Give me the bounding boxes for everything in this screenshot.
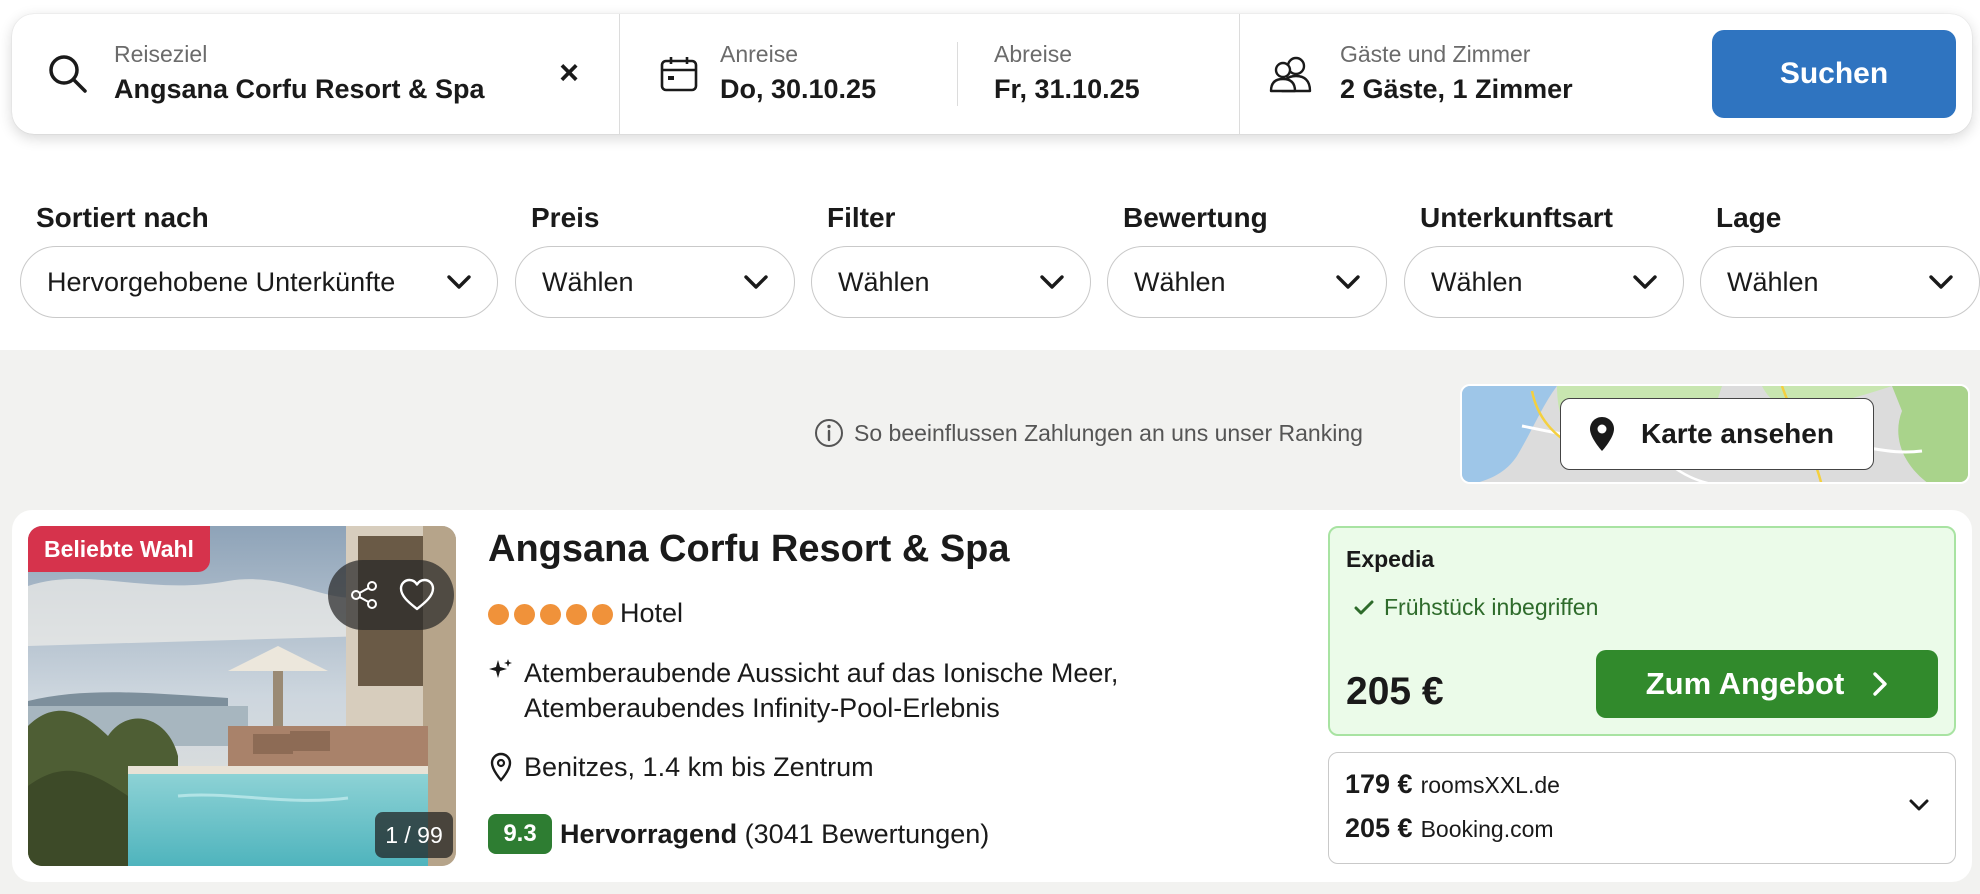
destination-field[interactable]: Reiseziel Angsana Corfu Resort & Spa × — [12, 14, 619, 134]
star-icon — [514, 604, 535, 625]
filter-price: Preis Wählen — [515, 202, 795, 318]
rating-dropdown[interactable]: Wählen — [1107, 246, 1387, 318]
chevron-down-icon — [1929, 275, 1953, 289]
sparkle-icon — [489, 659, 512, 678]
alt-offer-row[interactable]: 205 € Booking.com — [1345, 813, 1554, 844]
alt-offer-price: 205 € — [1345, 813, 1413, 843]
alt-offer-row[interactable]: 179 € roomsXXL.de — [1345, 769, 1560, 800]
sort-dropdown-value: Hervorgehobene Unterkünfte — [47, 266, 396, 297]
destination-label: Reiseziel — [114, 41, 208, 67]
star-icon — [488, 604, 509, 625]
review-score-badge: 9.3 — [488, 814, 552, 854]
rating-label: Hervorragend — [560, 819, 738, 849]
star-icon — [540, 604, 561, 625]
accommodation-type-dropdown-value: Wählen — [1431, 266, 1523, 297]
sort-dropdown[interactable]: Hervorgehobene Unterkünfte — [20, 246, 498, 318]
popular-choice-badge: Beliebte Wahl — [28, 526, 210, 572]
price-dropdown[interactable]: Wählen — [515, 246, 795, 318]
checkout-field[interactable]: Abreise Fr, 31.10.25 — [958, 14, 1248, 134]
chevron-down-icon — [1633, 275, 1657, 289]
search-bar: Reiseziel Angsana Corfu Resort & Spa × A… — [12, 14, 1972, 134]
chevron-down-icon — [1336, 275, 1360, 289]
filter-accommodation-type-title: Unterkunftsart — [1420, 202, 1613, 233]
chevron-down-icon — [447, 275, 471, 289]
alt-offer-provider: roomsXXL.de — [1420, 772, 1560, 798]
map-pin-icon — [1590, 417, 1614, 451]
checkout-value[interactable]: Fr, 31.10.25 — [994, 74, 1140, 105]
star-rating — [488, 604, 613, 625]
filter-dropdown[interactable]: Wählen — [811, 246, 1091, 318]
show-map-label: Karte ansehen — [1641, 418, 1834, 449]
checkin-field[interactable]: Anreise Do, 30.10.25 — [620, 14, 950, 134]
hotel-highlights: Atemberaubende Aussicht auf das Ionische… — [524, 658, 1119, 723]
filter-rating: Bewertung Wählen — [1107, 202, 1387, 318]
alt-offer-price: 179 € — [1345, 769, 1413, 799]
filter-rating-title: Bewertung — [1123, 202, 1268, 233]
other-offers-dropdown[interactable]: 179 € roomsXXL.de 205 € Booking.com — [1328, 752, 1956, 864]
heart-icon[interactable] — [399, 578, 435, 612]
ranking-info[interactable]: So beeinflussen Zahlungen an uns unser R… — [814, 418, 1363, 448]
guests-value[interactable]: 2 Gäste, 1 Zimmer — [1340, 74, 1573, 105]
guests-field[interactable]: Gäste und Zimmer 2 Gäste, 1 Zimmer — [1240, 14, 1700, 134]
photo-counter: 1 / 99 — [375, 812, 453, 858]
ranking-info-text: So beeinflussen Zahlungen an uns unser R… — [854, 419, 1363, 446]
chevron-down-icon[interactable] — [1907, 797, 1931, 813]
accommodation-type-dropdown[interactable]: Wählen — [1404, 246, 1684, 318]
photo-actions — [328, 560, 454, 630]
review-summary[interactable]: Hervorragend (3041 Bewertungen) — [560, 819, 989, 850]
hotel-name[interactable]: Angsana Corfu Resort & Spa — [488, 528, 1010, 571]
star-icon — [566, 604, 587, 625]
calendar-icon — [660, 57, 698, 92]
filter-sort: Sortiert nach Hervorgehobene Unterkünfte — [20, 202, 498, 318]
guests-label: Gäste und Zimmer — [1340, 41, 1531, 67]
checkout-label: Abreise — [994, 41, 1072, 67]
checkmark-icon — [1354, 600, 1374, 614]
guests-icon — [1269, 56, 1312, 93]
hotel-type: Hotel — [620, 598, 684, 628]
alt-offer-provider: Booking.com — [1420, 816, 1554, 842]
star-icon — [592, 604, 613, 625]
go-to-offer-button[interactable]: Zum Angebot — [1596, 650, 1938, 718]
destination-value[interactable]: Angsana Corfu Resort & Spa — [114, 74, 485, 105]
filter-dropdown-value: Wählen — [838, 266, 930, 297]
location-pin-icon — [490, 752, 512, 782]
search-icon — [49, 55, 87, 93]
filter-sort-title: Sortiert nach — [36, 202, 209, 233]
show-map-button[interactable]: Karte ansehen — [1560, 398, 1874, 470]
location-dropdown-value: Wählen — [1727, 266, 1819, 297]
search-button[interactable]: Suchen — [1712, 30, 1956, 118]
filter-filter-title: Filter — [827, 202, 896, 233]
filter-accommodation-type: Unterkunftsart Wählen — [1404, 202, 1684, 318]
chevron-right-icon — [1873, 672, 1887, 696]
hotel-location: Benitzes, 1.4 km bis Zentrum — [524, 752, 874, 782]
filter-location: Lage Wählen — [1700, 202, 1980, 318]
go-to-offer-label: Zum Angebot — [1645, 666, 1845, 701]
chevron-down-icon — [744, 275, 768, 289]
info-icon — [815, 419, 843, 447]
hotel-photo[interactable]: Beliebte Wahl 1 / 99 — [28, 526, 456, 866]
breakfast-text: Frühstück inbegriffen — [1384, 594, 1599, 620]
review-count: (3041 Bewertungen) — [744, 819, 990, 849]
share-icon[interactable] — [348, 579, 380, 611]
filter-filter: Filter Wählen — [811, 202, 1091, 318]
price-dropdown-value: Wählen — [542, 266, 634, 297]
checkin-label: Anreise — [720, 41, 798, 67]
chevron-down-icon — [1040, 275, 1064, 289]
breakfast-included: Frühstück inbegriffen — [1354, 594, 1598, 621]
close-icon[interactable]: × — [552, 56, 586, 90]
location-dropdown[interactable]: Wählen — [1700, 246, 1980, 318]
rating-dropdown-value: Wählen — [1134, 266, 1226, 297]
offer-price: 205 € — [1346, 670, 1444, 713]
filter-location-title: Lage — [1716, 202, 1782, 233]
filter-price-title: Preis — [531, 202, 600, 233]
checkin-value[interactable]: Do, 30.10.25 — [720, 74, 876, 105]
offer-provider: Expedia — [1346, 546, 1435, 572]
